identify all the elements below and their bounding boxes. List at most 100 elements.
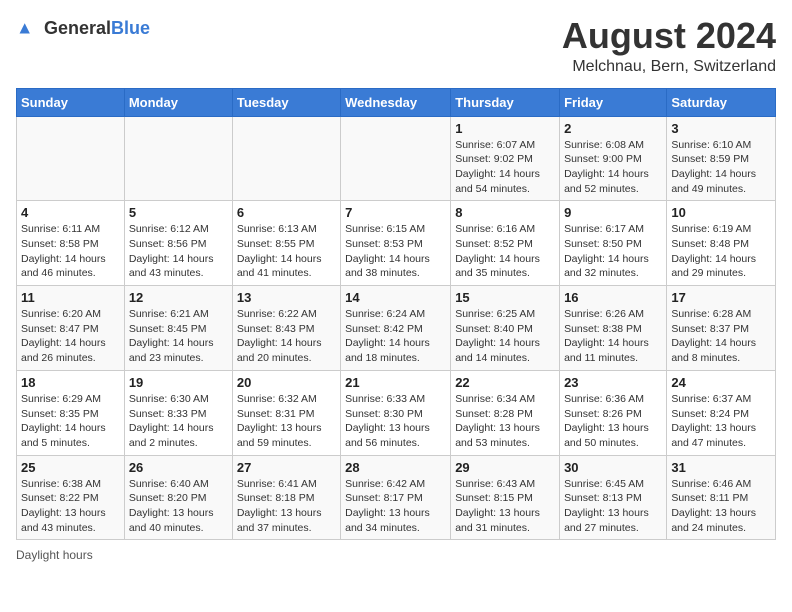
cell-1-1: 5Sunrise: 6:12 AM Sunset: 8:56 PM Daylig… <box>124 201 232 286</box>
day-number: 17 <box>671 290 771 305</box>
calendar-subtitle: Melchnau, Bern, Switzerland <box>562 58 776 76</box>
day-info: Sunrise: 6:36 AM Sunset: 8:26 PM Dayligh… <box>564 392 662 451</box>
day-number: 13 <box>237 290 336 305</box>
day-info: Sunrise: 6:34 AM Sunset: 8:28 PM Dayligh… <box>455 392 555 451</box>
cell-4-3: 28 Sunrise: 6:42 AM Sunset: 8:17 PM Dayli… <box>341 455 451 540</box>
week-row-3: 11 Sunrise: 6:20 AM Sunset: 8:47 PM Dayli… <box>17 286 776 371</box>
day-number: 23 <box>564 375 662 390</box>
cell-4-4: 29 Sunrise: 6:43 AM Sunset: 8:15 PM Dayli… <box>451 455 560 540</box>
day-info: Sunrise: 6:07 AM Sunset: 9:02 PM Dayligh… <box>455 138 555 197</box>
logo-text-blue: Blue <box>111 18 150 38</box>
day-number: 2 <box>564 121 662 136</box>
day-info: Sunrise: 6:30 AM Sunset: 8:33 PM Dayligh… <box>129 392 228 451</box>
cell-1-4: 8Sunrise: 6:16 AM Sunset: 8:52 PM Daylig… <box>451 201 560 286</box>
day-number: 27 <box>237 460 336 475</box>
day-info: Sunrise: 6:10 AM Sunset: 8:59 PM Dayligh… <box>671 138 771 197</box>
day-number: 3 <box>671 121 771 136</box>
cell-4-6: 31 Sunrise: 6:46 AM Sunset: 8:11 PM Dayli… <box>667 455 776 540</box>
day-info: Sunrise: 6:17 AM Sunset: 8:50 PM Dayligh… <box>564 222 662 281</box>
day-info: Sunrise: 6:45 AM Sunset: 8:13 PM Dayligh… <box>564 477 662 536</box>
cell-4-0: 25Sunrise: 6:38 AM Sunset: 8:22 PM Dayli… <box>17 455 125 540</box>
day-number: 21 <box>345 375 446 390</box>
header-thursday: Thursday <box>451 88 560 116</box>
day-info: Sunrise: 6:12 AM Sunset: 8:56 PM Dayligh… <box>129 222 228 281</box>
day-info: Sunrise: 6:15 AM Sunset: 8:53 PM Dayligh… <box>345 222 446 281</box>
day-info: Sunrise: 6:22 AM Sunset: 8:43 PM Dayligh… <box>237 307 336 366</box>
day-number: 19 <box>129 375 228 390</box>
cell-0-6: 3 Sunrise: 6:10 AM Sunset: 8:59 PM Daylig… <box>667 116 776 201</box>
day-info: Sunrise: 6:21 AM Sunset: 8:45 PM Dayligh… <box>129 307 228 366</box>
day-info: Sunrise: 6:32 AM Sunset: 8:31 PM Dayligh… <box>237 392 336 451</box>
day-info: Sunrise: 6:20 AM Sunset: 8:47 PM Dayligh… <box>21 307 120 366</box>
day-number: 22 <box>455 375 555 390</box>
header-sunday: Sunday <box>17 88 125 116</box>
cell-1-6: 10 Sunrise: 6:19 AM Sunset: 8:48 PM Dayli… <box>667 201 776 286</box>
day-info: Sunrise: 6:42 AM Sunset: 8:17 PM Dayligh… <box>345 477 446 536</box>
cell-0-3 <box>341 116 451 201</box>
day-number: 8 <box>455 205 555 220</box>
day-number: 4 <box>21 205 120 220</box>
cell-3-2: 20 Sunrise: 6:32 AM Sunset: 8:31 PM Dayli… <box>232 370 340 455</box>
cell-2-4: 15 Sunrise: 6:25 AM Sunset: 8:40 PM Dayli… <box>451 286 560 371</box>
cell-2-6: 17 Sunrise: 6:28 AM Sunset: 8:37 PM Dayli… <box>667 286 776 371</box>
cell-3-0: 18 Sunrise: 6:29 AM Sunset: 8:35 PM Dayli… <box>17 370 125 455</box>
header-row: SundayMondayTuesdayWednesdayThursdayFrid… <box>17 88 776 116</box>
cell-2-1: 12 Sunrise: 6:21 AM Sunset: 8:45 PM Dayli… <box>124 286 232 371</box>
cell-2-5: 16 Sunrise: 6:26 AM Sunset: 8:38 PM Dayli… <box>560 286 667 371</box>
svg-text:▲: ▲ <box>16 18 33 38</box>
cell-3-6: 24 Sunrise: 6:37 AM Sunset: 8:24 PM Dayli… <box>667 370 776 455</box>
day-number: 31 <box>671 460 771 475</box>
day-number: 7 <box>345 205 446 220</box>
cell-1-0: 4 Sunrise: 6:11 AM Sunset: 8:58 PM Daylig… <box>17 201 125 286</box>
day-info: Sunrise: 6:29 AM Sunset: 8:35 PM Dayligh… <box>21 392 120 451</box>
day-number: 30 <box>564 460 662 475</box>
day-info: Sunrise: 6:40 AM Sunset: 8:20 PM Dayligh… <box>129 477 228 536</box>
week-row-2: 4 Sunrise: 6:11 AM Sunset: 8:58 PM Daylig… <box>17 201 776 286</box>
cell-0-2 <box>232 116 340 201</box>
day-number: 6 <box>237 205 336 220</box>
day-number: 16 <box>564 290 662 305</box>
day-info: Sunrise: 6:08 AM Sunset: 9:00 PM Dayligh… <box>564 138 662 197</box>
day-info: Sunrise: 6:43 AM Sunset: 8:15 PM Dayligh… <box>455 477 555 536</box>
cell-0-4: 1 Sunrise: 6:07 AM Sunset: 9:02 PM Daylig… <box>451 116 560 201</box>
cell-4-5: 30 Sunrise: 6:45 AM Sunset: 8:13 PM Dayli… <box>560 455 667 540</box>
day-number: 1 <box>455 121 555 136</box>
day-info: Sunrise: 6:28 AM Sunset: 8:37 PM Dayligh… <box>671 307 771 366</box>
cell-1-3: 7 Sunrise: 6:15 AM Sunset: 8:53 PM Daylig… <box>341 201 451 286</box>
cell-3-1: 19 Sunrise: 6:30 AM Sunset: 8:33 PM Dayli… <box>124 370 232 455</box>
day-info: Sunrise: 6:13 AM Sunset: 8:55 PM Dayligh… <box>237 222 336 281</box>
header-friday: Friday <box>560 88 667 116</box>
day-info: Sunrise: 6:26 AM Sunset: 8:38 PM Dayligh… <box>564 307 662 366</box>
cell-3-5: 23 Sunrise: 6:36 AM Sunset: 8:26 PM Dayli… <box>560 370 667 455</box>
footer-note: Daylight hours <box>16 548 776 562</box>
week-row-1: 1 Sunrise: 6:07 AM Sunset: 9:02 PM Daylig… <box>17 116 776 201</box>
title-block: August 2024 Melchnau, Bern, Switzerland <box>562 16 776 76</box>
cell-2-2: 13 Sunrise: 6:22 AM Sunset: 8:43 PM Dayli… <box>232 286 340 371</box>
day-number: 20 <box>237 375 336 390</box>
day-number: 29 <box>455 460 555 475</box>
day-number: 28 <box>345 460 446 475</box>
day-number: 18 <box>21 375 120 390</box>
day-info: Sunrise: 6:37 AM Sunset: 8:24 PM Dayligh… <box>671 392 771 451</box>
header-monday: Monday <box>124 88 232 116</box>
header-wednesday: Wednesday <box>341 88 451 116</box>
day-number: 24 <box>671 375 771 390</box>
day-number: 10 <box>671 205 771 220</box>
header-tuesday: Tuesday <box>232 88 340 116</box>
page-header: ▲ GeneralBlue August 2024 Melchnau, Bern… <box>16 16 776 76</box>
cell-0-1 <box>124 116 232 201</box>
day-info: Sunrise: 6:24 AM Sunset: 8:42 PM Dayligh… <box>345 307 446 366</box>
day-number: 11 <box>21 290 120 305</box>
cell-4-1: 26Sunrise: 6:40 AM Sunset: 8:20 PM Dayli… <box>124 455 232 540</box>
day-number: 25 <box>21 460 120 475</box>
cell-0-5: 2 Sunrise: 6:08 AM Sunset: 9:00 PM Daylig… <box>560 116 667 201</box>
day-number: 15 <box>455 290 555 305</box>
day-info: Sunrise: 6:25 AM Sunset: 8:40 PM Dayligh… <box>455 307 555 366</box>
day-info: Sunrise: 6:46 AM Sunset: 8:11 PM Dayligh… <box>671 477 771 536</box>
day-number: 9 <box>564 205 662 220</box>
week-row-5: 25Sunrise: 6:38 AM Sunset: 8:22 PM Dayli… <box>17 455 776 540</box>
day-info: Sunrise: 6:11 AM Sunset: 8:58 PM Dayligh… <box>21 222 120 281</box>
day-info: Sunrise: 6:33 AM Sunset: 8:30 PM Dayligh… <box>345 392 446 451</box>
day-info: Sunrise: 6:19 AM Sunset: 8:48 PM Dayligh… <box>671 222 771 281</box>
day-number: 12 <box>129 290 228 305</box>
